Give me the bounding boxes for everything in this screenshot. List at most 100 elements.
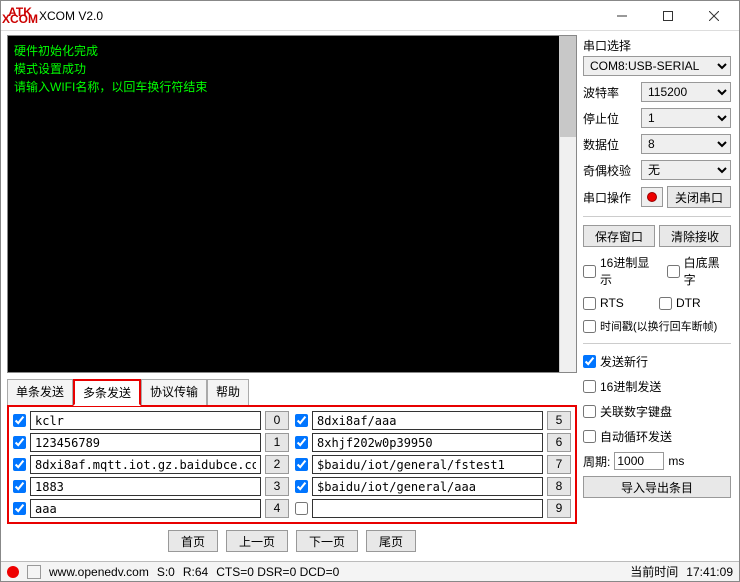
send-row-input[interactable]: [312, 455, 543, 474]
send-row-checkbox[interactable]: [295, 502, 308, 515]
first-page-button[interactable]: 首页: [168, 530, 218, 552]
send-row-button[interactable]: 7: [547, 455, 571, 474]
send-row-button[interactable]: 8: [547, 477, 571, 496]
data-select[interactable]: 8: [641, 134, 731, 154]
hex-display-checkbox[interactable]: 16进制显示: [583, 254, 661, 288]
timestamp-checkbox[interactable]: 时间戳(以换行回车断帧): [583, 318, 731, 334]
baud-label: 波特率: [583, 84, 637, 101]
terminal-line: 请输入WIFI名称，以回车换行符结束: [14, 78, 570, 96]
send-row-button[interactable]: 0: [265, 411, 289, 430]
data-label: 数据位: [583, 136, 637, 153]
stop-label: 停止位: [583, 110, 637, 127]
status-signals: CTS=0 DSR=0 DCD=0: [216, 565, 622, 579]
parity-label: 奇偶校验: [583, 162, 637, 179]
send-row-input[interactable]: [30, 477, 261, 496]
status-sent: S:0: [157, 565, 175, 579]
status-time-value: 17:41:09: [686, 565, 733, 579]
terminal-line: 硬件初始化完成: [14, 42, 570, 60]
status-bar: www.openedv.com S:0 R:64 CTS=0 DSR=0 DCD…: [1, 561, 739, 581]
send-row-checkbox[interactable]: [13, 436, 26, 449]
import-export-button[interactable]: 导入导出条目: [583, 476, 731, 498]
app-logo: ATKXCOM: [7, 6, 33, 26]
send-row-button[interactable]: 3: [265, 477, 289, 496]
terminal-output[interactable]: 硬件初始化完成 模式设置成功 请输入WIFI名称，以回车换行符结束: [7, 35, 577, 373]
port-select[interactable]: COM8:USB-SERIAL: [583, 56, 731, 76]
send-row-checkbox[interactable]: [295, 414, 308, 427]
titlebar: ATKXCOM XCOM V2.0: [1, 1, 739, 31]
send-row-input[interactable]: [312, 411, 543, 430]
status-dropdown-icon[interactable]: [27, 565, 41, 579]
status-time-label: 当前时间: [630, 563, 678, 580]
send-row-button[interactable]: 4: [265, 499, 289, 518]
port-label: 串口选择: [583, 37, 731, 54]
send-row-button[interactable]: 9: [547, 499, 571, 518]
dtr-checkbox[interactable]: DTR: [659, 296, 701, 310]
send-row-checkbox[interactable]: [13, 480, 26, 493]
send-row-button[interactable]: 2: [265, 455, 289, 474]
hex-send-checkbox[interactable]: 16进制发送: [583, 378, 731, 395]
status-url[interactable]: www.openedv.com: [49, 565, 149, 579]
send-row-button[interactable]: 5: [547, 411, 571, 430]
status-indicator-icon: [7, 566, 19, 578]
send-row-input[interactable]: [30, 499, 261, 518]
period-unit: ms: [668, 454, 684, 468]
send-row: 6: [295, 433, 571, 452]
send-row-checkbox[interactable]: [295, 436, 308, 449]
period-input[interactable]: [614, 452, 664, 470]
period-row: 周期: ms: [583, 452, 731, 470]
close-button[interactable]: [691, 2, 737, 30]
period-label: 周期:: [583, 453, 610, 470]
send-newline-checkbox[interactable]: 发送新行: [583, 353, 731, 370]
status-recv: R:64: [183, 565, 208, 579]
last-page-button[interactable]: 尾页: [366, 530, 416, 552]
send-row-checkbox[interactable]: [13, 458, 26, 471]
send-row-input[interactable]: [312, 499, 543, 518]
send-row: 8: [295, 477, 571, 496]
send-row: 9: [295, 499, 571, 518]
send-row-input[interactable]: [30, 433, 261, 452]
terminal-line: 模式设置成功: [14, 60, 570, 78]
tab-help[interactable]: 帮助: [207, 379, 249, 405]
send-row-button[interactable]: 1: [265, 433, 289, 452]
maximize-button[interactable]: [645, 2, 691, 30]
parity-select[interactable]: 无: [641, 160, 731, 180]
stop-select[interactable]: 1: [641, 108, 731, 128]
send-row: 7: [295, 455, 571, 474]
minimize-button[interactable]: [599, 2, 645, 30]
send-row: 5: [295, 411, 571, 430]
send-row-checkbox[interactable]: [13, 502, 26, 515]
window-title: XCOM V2.0: [39, 9, 599, 23]
clear-rx-button[interactable]: 清除接收: [659, 225, 731, 247]
send-row-input[interactable]: [30, 455, 261, 474]
send-row-input[interactable]: [30, 411, 261, 430]
rts-checkbox[interactable]: RTS: [583, 296, 653, 310]
close-port-button[interactable]: 关闭串口: [667, 186, 731, 208]
tab-protocol[interactable]: 协议传输: [141, 379, 207, 405]
send-row-button[interactable]: 6: [547, 433, 571, 452]
port-status-icon: [641, 187, 663, 207]
send-row-checkbox[interactable]: [295, 458, 308, 471]
white-black-checkbox[interactable]: 白底黑字: [667, 254, 731, 288]
send-row-input[interactable]: [312, 433, 543, 452]
op-label: 串口操作: [583, 189, 637, 206]
auto-loop-checkbox[interactable]: 自动循环发送: [583, 428, 731, 445]
multi-send-panel: 0 1 2 3 4 5 6 7 8 9: [7, 405, 577, 524]
send-row-input[interactable]: [312, 477, 543, 496]
num-pad-checkbox[interactable]: 关联数字键盘: [583, 403, 731, 420]
side-panel: 串口选择 COM8:USB-SERIAL 波特率115200 停止位1 数据位8…: [579, 31, 739, 561]
send-row: 1: [13, 433, 289, 452]
prev-page-button[interactable]: 上一页: [226, 530, 288, 552]
pager: 首页 上一页 下一页 尾页: [7, 530, 577, 552]
tab-multi-send[interactable]: 多条发送: [73, 379, 141, 406]
tab-single-send[interactable]: 单条发送: [7, 379, 73, 405]
terminal-scrollbar[interactable]: [559, 36, 576, 372]
next-page-button[interactable]: 下一页: [296, 530, 358, 552]
send-row-checkbox[interactable]: [13, 414, 26, 427]
baud-select[interactable]: 115200: [641, 82, 731, 102]
send-tabs: 单条发送 多条发送 协议传输 帮助: [7, 379, 577, 406]
send-row-checkbox[interactable]: [295, 480, 308, 493]
save-window-button[interactable]: 保存窗口: [583, 225, 655, 247]
send-row: 2: [13, 455, 289, 474]
send-row: 0: [13, 411, 289, 430]
send-row: 4: [13, 499, 289, 518]
